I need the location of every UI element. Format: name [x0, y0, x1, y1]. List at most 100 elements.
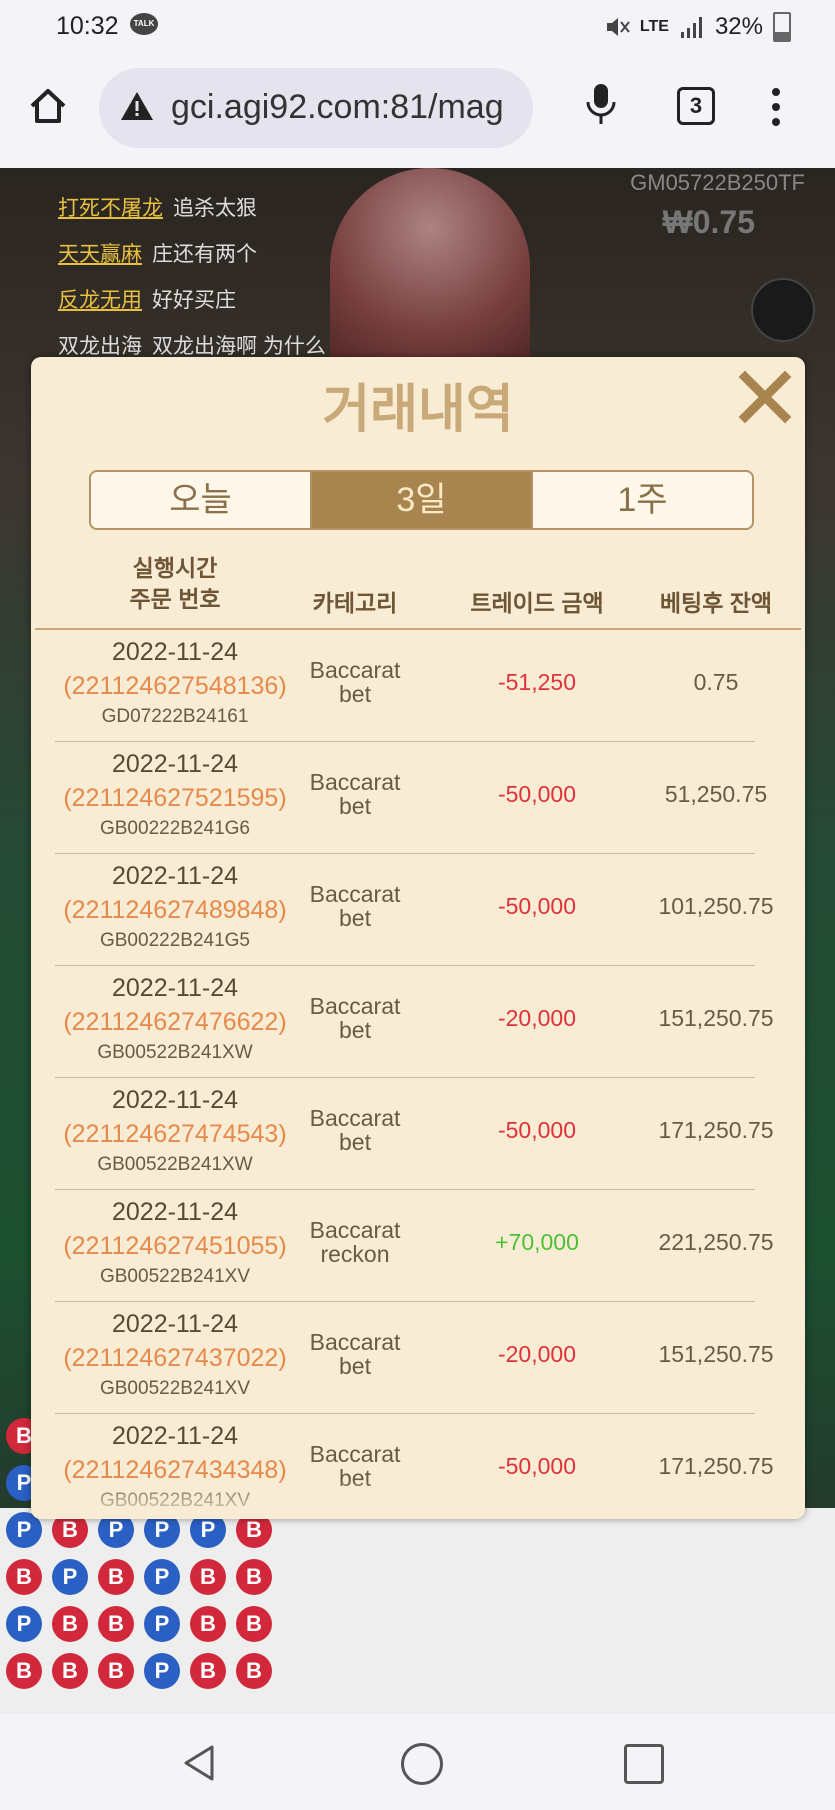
- amount-cell: -50,000: [497, 893, 576, 919]
- order-number: (221124627437022): [63, 1344, 287, 1372]
- category-cell: Baccarat bet: [295, 994, 415, 1042]
- category-game: Baccarat: [309, 993, 401, 1019]
- exec-date: 2022-11-24: [111, 1198, 239, 1226]
- back-icon[interactable]: [180, 1743, 220, 1783]
- header-time-order: 실행시간 주문 번호: [129, 555, 221, 612]
- category-cell: Baccarat bet: [295, 1106, 415, 1154]
- order-number: (221124627521595): [63, 784, 287, 812]
- transaction-row: 2022-11-24 (221124627489848) GB00222B241G5…: [55, 854, 774, 966]
- period-tabs: 오늘 3일 1주: [89, 470, 754, 530]
- transaction-row: 2022-11-24 (221124627437022) GB00522B241XV…: [55, 1302, 774, 1414]
- balance-cell: 151,250.75: [658, 1341, 774, 1367]
- balance-cell: 0.75: [693, 669, 739, 695]
- url-text[interactable]: gci.agi92.com:81/mag: [171, 88, 504, 127]
- exec-date: 2022-11-24: [111, 974, 239, 1002]
- time-order-cell: 2022-11-24 (221124627451055) GB00522B241XV: [55, 1195, 295, 1291]
- bead-cell: P: [144, 1653, 180, 1689]
- exec-date: 2022-11-24: [111, 1310, 239, 1338]
- system-nav-bar: [0, 1713, 835, 1810]
- bead-cell: B: [6, 1653, 42, 1689]
- status-icons: LTE 32%: [604, 12, 791, 42]
- browser-toolbar: gci.agi92.com:81/mag 3: [0, 50, 835, 168]
- order-number: (221124627548136): [63, 672, 287, 700]
- scroll-fade: [31, 1479, 805, 1519]
- category-cell: Baccarat bet: [295, 770, 415, 818]
- category-game: Baccarat: [309, 881, 401, 907]
- amount-cell: -20,000: [497, 1005, 576, 1031]
- balance-cell: 51,250.75: [664, 781, 768, 807]
- chat-line: 双龙出海 双龙出海啊 为什么: [58, 335, 326, 358]
- category-type: bet: [339, 1017, 371, 1043]
- time-order-cell: 2022-11-24 (221124627548136) GD07222B24161: [55, 635, 295, 731]
- bead-cell: B: [52, 1606, 88, 1642]
- category-game: Baccarat: [309, 1329, 401, 1355]
- category-game: Baccarat: [309, 1441, 401, 1467]
- balance-cell: 171,250.75: [658, 1453, 774, 1479]
- transaction-row: 2022-11-24 (221124627548136) GD07222B24161…: [55, 630, 755, 742]
- bead-cell: P: [144, 1559, 180, 1595]
- category-game: Baccarat: [309, 657, 401, 683]
- header-category: 카테고리: [312, 590, 398, 616]
- tab-switcher-button[interactable]: 3: [677, 87, 715, 125]
- category-type: bet: [339, 681, 371, 707]
- chat-line: 打死不屠龙 追杀太狠: [58, 197, 257, 220]
- home-icon[interactable]: [28, 86, 68, 126]
- bead-cell: B: [190, 1653, 226, 1689]
- signal-icon: [680, 17, 702, 38]
- transaction-row: 2022-11-24 (221124627451055) GB00522B241XV…: [55, 1190, 774, 1302]
- order-number: (221124627451055): [63, 1232, 287, 1260]
- bead-cell: B: [98, 1653, 134, 1689]
- exec-date: 2022-11-24: [111, 1422, 239, 1450]
- balance-cell: 101,250.75: [658, 893, 774, 919]
- status-bar: 10:32 TALK LTE 32%: [0, 0, 835, 50]
- header-amount: 트레이드 금액: [470, 590, 604, 616]
- time-order-cell: 2022-11-24 (221124627474543) GB00522B241XW: [55, 1083, 295, 1179]
- tab-1week[interactable]: 1주: [533, 472, 752, 528]
- home-nav-icon[interactable]: [401, 1743, 443, 1785]
- amount-cell: -51,250: [497, 669, 576, 695]
- balance-cell: 151,250.75: [658, 1005, 774, 1031]
- table-header: 실행시간 주문 번호 카테고리 트레이드 금액 베팅후 잔액: [31, 547, 805, 629]
- category-game: Baccarat: [309, 1217, 401, 1243]
- overflow-menu-icon[interactable]: [772, 88, 780, 133]
- tab-today[interactable]: 오늘: [91, 472, 312, 528]
- close-icon[interactable]: [737, 369, 793, 425]
- amount-cell: -20,000: [497, 1341, 576, 1367]
- game-id: GB00522B241XV: [99, 1266, 250, 1287]
- warning-icon[interactable]: [119, 90, 155, 122]
- tab-3days[interactable]: 3일: [312, 472, 533, 528]
- order-number: (221124627474543): [63, 1120, 287, 1148]
- balance-cell: 171,250.75: [658, 1117, 774, 1143]
- balance-display: ₩0.75: [662, 204, 755, 240]
- exec-date: 2022-11-24: [111, 862, 239, 890]
- battery-percent: 32%: [714, 13, 763, 40]
- game-id: GB00222B241G5: [99, 930, 250, 951]
- category-cell: Baccarat bet: [295, 882, 415, 930]
- time-order-cell: 2022-11-24 (221124627437022) GB00522B241XV: [55, 1307, 295, 1403]
- bead-road: BPBPBBPBPPPPPBPPPBBPBPBBPBBPBBBBBPBB: [0, 1418, 835, 1713]
- bead-cell: B: [236, 1606, 272, 1642]
- transaction-row: 2022-11-24 (221124627476622) GB00522B241XW…: [55, 966, 774, 1078]
- bead-cell: B: [236, 1559, 272, 1595]
- bead-cell: B: [190, 1559, 226, 1595]
- category-cell: Baccarat reckon: [295, 1218, 415, 1266]
- category-type: bet: [339, 905, 371, 931]
- talk-notification-icon: TALK: [130, 13, 158, 35]
- order-number: (221124627476622): [63, 1008, 287, 1036]
- exec-date: 2022-11-24: [111, 638, 239, 666]
- microphone-icon[interactable]: [585, 82, 617, 126]
- category-type: bet: [339, 1353, 371, 1379]
- chat-line: 反龙无用 好好买庄: [58, 289, 236, 312]
- transaction-row: 2022-11-24 (221124627474543) GB00522B241XW…: [55, 1078, 774, 1190]
- bead-cell: P: [144, 1606, 180, 1642]
- connection-icon: [751, 278, 815, 342]
- amount-cell: -50,000: [497, 781, 576, 807]
- game-id: GB00222B241G6: [99, 818, 250, 839]
- exec-date: 2022-11-24: [111, 1086, 239, 1114]
- recents-icon[interactable]: [624, 1744, 664, 1784]
- category-type: reckon: [320, 1241, 390, 1267]
- table-id: GM05722B250TF: [630, 170, 805, 195]
- address-bar[interactable]: gci.agi92.com:81/mag: [99, 68, 533, 148]
- bead-cell: B: [98, 1559, 134, 1595]
- transaction-history-dialog: 거래내역 오늘 3일 1주 실행시간 주문 번호 카테고리 트레이드 금액 베팅…: [31, 357, 805, 1519]
